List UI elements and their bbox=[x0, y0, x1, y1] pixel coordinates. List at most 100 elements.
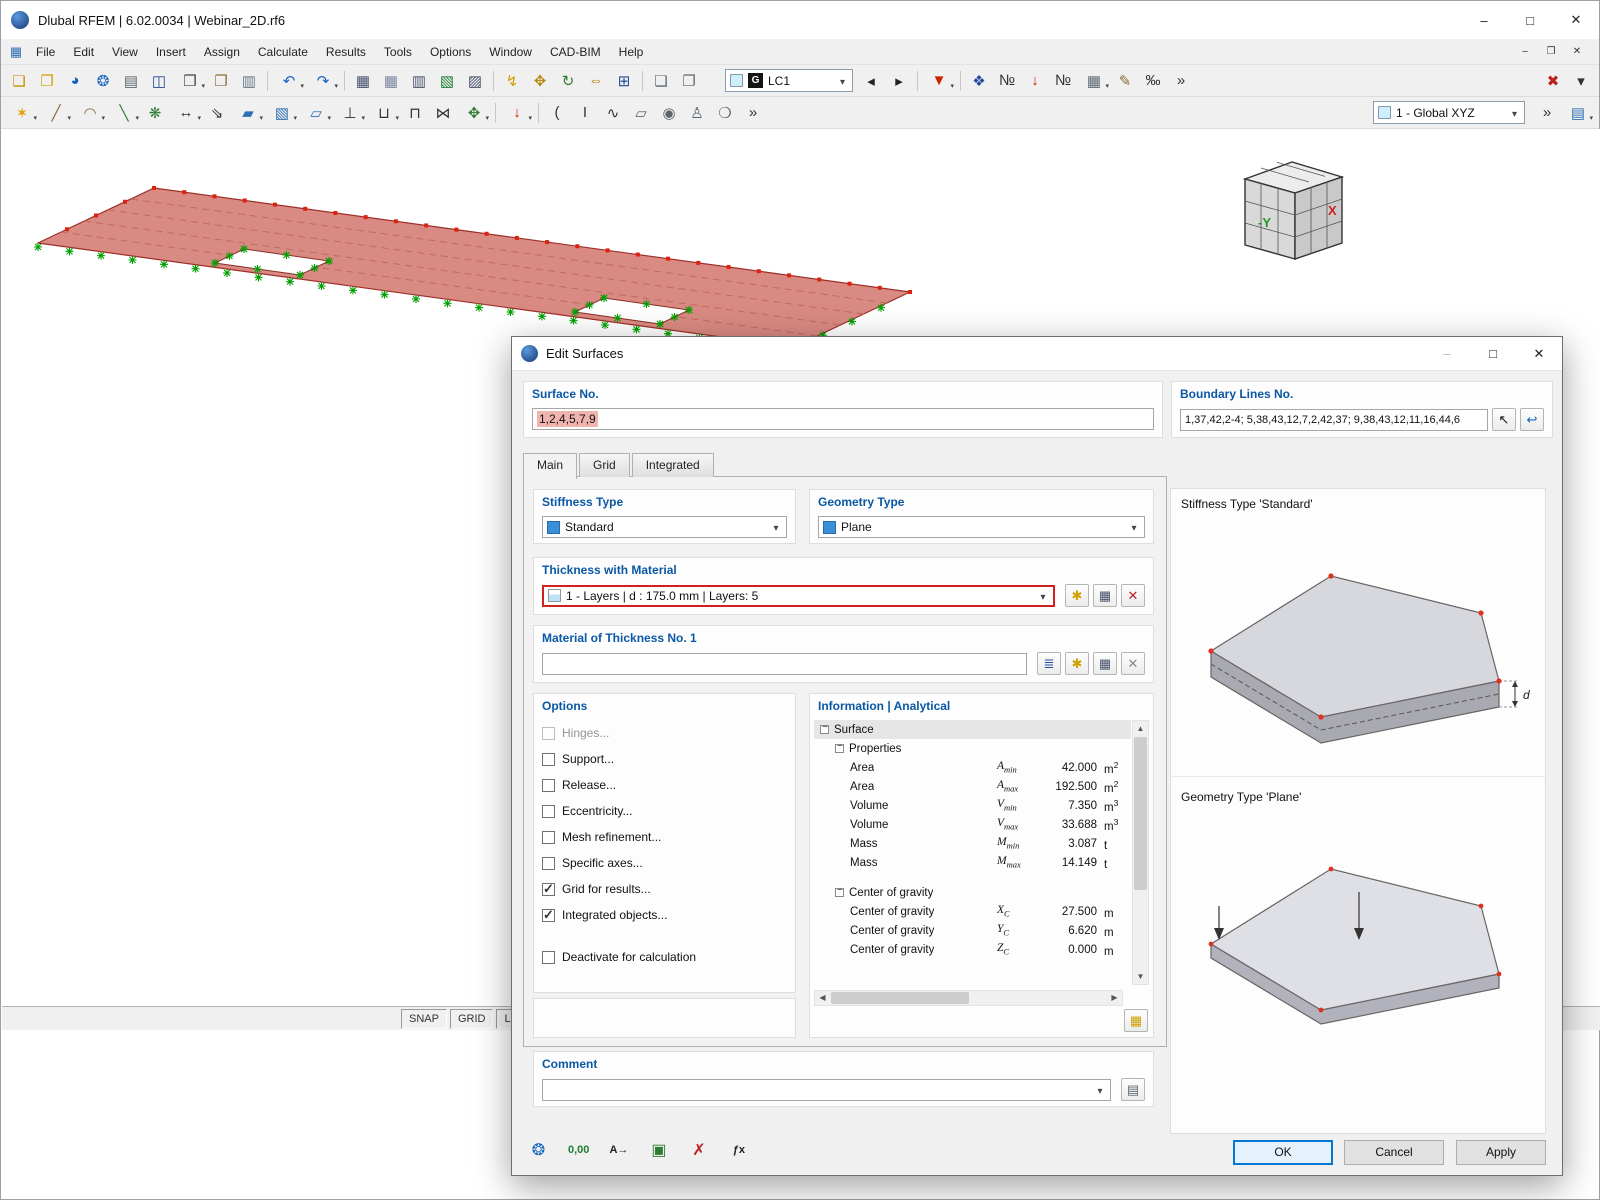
divide-icon[interactable]: ⊞ bbox=[610, 68, 638, 94]
mdi-close-icon[interactable]: ✕ bbox=[1565, 42, 1589, 62]
option-checkbox[interactable]: Hinges... bbox=[542, 720, 787, 746]
toolbar-separator[interactable] bbox=[489, 68, 498, 94]
stiffness-type-combo[interactable]: Standard bbox=[542, 516, 787, 538]
ok-button[interactable]: OK bbox=[1233, 1140, 1333, 1165]
object-numbering-icon[interactable]: № bbox=[993, 68, 1021, 94]
close-icon[interactable]: ✕ bbox=[1553, 1, 1599, 39]
chevron-down-icon[interactable] bbox=[1126, 520, 1142, 534]
option-checkbox[interactable]: Support... bbox=[542, 746, 787, 772]
mirror-icon[interactable]: ⇔ bbox=[582, 68, 610, 94]
toolbar-spacer[interactable] bbox=[1195, 68, 1539, 94]
show-values-icon[interactable]: № bbox=[1049, 68, 1077, 94]
apply-button[interactable]: Apply bbox=[1456, 1140, 1546, 1165]
toolbar-overflow-2-icon[interactable]: » bbox=[1533, 100, 1561, 126]
nav-cube-x-label[interactable]: X bbox=[1328, 203, 1337, 218]
export-tables-icon[interactable]: ▧ bbox=[433, 68, 461, 94]
scroll-up-icon[interactable] bbox=[1133, 721, 1148, 736]
menu-item[interactable]: Edit bbox=[64, 41, 103, 63]
menu-item[interactable]: File bbox=[27, 41, 64, 63]
material-input[interactable] bbox=[542, 652, 1027, 675]
line-hinge-icon[interactable]: ⊓ bbox=[401, 100, 429, 126]
camera-icon[interactable]: ◉ bbox=[655, 100, 683, 126]
new-thickness-icon[interactable]: ✱ bbox=[1065, 584, 1089, 607]
help-center-icon[interactable]: ❂ bbox=[525, 1137, 552, 1162]
new-model-icon[interactable]: ❏ bbox=[5, 68, 33, 94]
dialog-tab[interactable]: Main bbox=[523, 453, 578, 479]
units-icon[interactable]: A→ bbox=[605, 1137, 632, 1162]
document-icon[interactable]: ▦ bbox=[5, 44, 27, 60]
new-node-icon[interactable]: ✶ bbox=[5, 100, 39, 126]
chevron-down-icon[interactable] bbox=[1035, 589, 1051, 603]
new-surface-icon[interactable]: ▰ bbox=[231, 100, 265, 126]
coordinate-system-combo[interactable]: 1 - Global XYZ bbox=[1373, 101, 1525, 124]
scroll-down-icon[interactable] bbox=[1133, 969, 1148, 984]
info-row[interactable]: Center of gravity YC 6.620 m bbox=[814, 921, 1131, 940]
mdi-restore-icon[interactable]: ❐ bbox=[1539, 42, 1563, 62]
info-row[interactable]: Center of gravity ZC 0.000 m bbox=[814, 940, 1131, 959]
menu-item[interactable]: Help bbox=[610, 41, 653, 63]
surface-no-input[interactable]: 1,2,4,5,7,9 bbox=[532, 408, 1154, 430]
toolbar-separator[interactable] bbox=[263, 68, 272, 94]
load-case-combo[interactable]: G LC1 bbox=[725, 69, 853, 92]
comment-combo[interactable] bbox=[542, 1078, 1111, 1101]
rendering-icon[interactable]: ❍ bbox=[711, 100, 739, 126]
scroll-thumb[interactable] bbox=[1134, 737, 1147, 890]
dialog-maximize-icon[interactable]: □ bbox=[1470, 337, 1516, 371]
material-library-icon[interactable]: ≣ bbox=[1037, 652, 1061, 675]
menu-item[interactable]: Insert bbox=[147, 41, 195, 63]
info-row[interactable]: Area Amax 192.500 m2 bbox=[814, 777, 1131, 796]
status-toggle[interactable]: SNAP bbox=[401, 1009, 447, 1029]
tree-expander-icon[interactable] bbox=[835, 741, 844, 753]
dialog-tab[interactable]: Integrated bbox=[631, 453, 714, 477]
option-checkbox[interactable]: Mesh refinement... bbox=[542, 824, 787, 850]
toolbar-separator[interactable] bbox=[638, 68, 647, 94]
option-checkbox[interactable]: Eccentricity... bbox=[542, 798, 787, 824]
chevron-down-icon[interactable] bbox=[835, 74, 850, 88]
note-icon[interactable]: ▥ bbox=[235, 68, 263, 94]
status-toggle[interactable]: GRID bbox=[449, 1009, 494, 1029]
scroll-thumb[interactable] bbox=[831, 992, 970, 1004]
info-horizontal-scrollbar[interactable] bbox=[814, 990, 1123, 1006]
tables-icon[interactable]: ▦ bbox=[349, 68, 377, 94]
new-load-icon[interactable]: ↓ bbox=[500, 100, 534, 126]
rotate-icon[interactable]: ↻ bbox=[554, 68, 582, 94]
info-row[interactable]: Center of gravity bbox=[814, 883, 1131, 902]
delete-icon[interactable]: ✗ bbox=[685, 1137, 712, 1162]
toolbar-overflow-icon[interactable]: » bbox=[739, 100, 767, 126]
menu-item[interactable]: Results bbox=[317, 41, 375, 63]
results-grid-icon[interactable]: ▦ bbox=[1077, 68, 1111, 94]
decimals-icon[interactable]: ‰ bbox=[1139, 68, 1167, 94]
chevron-down-icon[interactable] bbox=[1092, 1083, 1108, 1097]
delete-material-icon[interactable]: ✕ bbox=[1121, 652, 1145, 675]
option-checkbox[interactable]: Integrated objects... bbox=[542, 902, 787, 928]
copy-icon[interactable]: ❐ bbox=[207, 68, 235, 94]
new-arc-icon[interactable]: ◠ bbox=[73, 100, 107, 126]
printout-tables-icon[interactable]: ▥ bbox=[405, 68, 433, 94]
formula-icon[interactable]: ƒx bbox=[725, 1137, 752, 1162]
toolbar-menu-icon[interactable]: ▾ bbox=[1567, 68, 1595, 94]
toolbar-separator[interactable] bbox=[534, 100, 543, 126]
zoom-cancel-icon[interactable]: ✖ bbox=[1539, 68, 1567, 94]
toolbar-overflow-icon[interactable]: » bbox=[1167, 68, 1195, 94]
nodal-support-icon[interactable]: ⊥ bbox=[333, 100, 367, 126]
cancel-button[interactable]: Cancel bbox=[1344, 1140, 1444, 1165]
line-support-icon[interactable]: ⊔ bbox=[367, 100, 401, 126]
generate-load-icon[interactable]: ↯ bbox=[498, 68, 526, 94]
tree-expander-icon[interactable] bbox=[835, 885, 844, 897]
nav-cube-y-label[interactable]: -Y bbox=[1258, 215, 1271, 230]
toolbar-separator[interactable] bbox=[956, 68, 965, 94]
thickness-combo[interactable]: 1 - Layers | d : 175.0 mm | Layers: 5 bbox=[542, 584, 1055, 607]
new-material-icon[interactable]: ✱ bbox=[1065, 652, 1089, 675]
boundary-lines-input[interactable]: 1,37,42,2-4; 5,38,43,12,7,2,42,37; 9,38,… bbox=[1180, 408, 1488, 431]
print-icon[interactable]: ❒ bbox=[173, 68, 207, 94]
info-row[interactable]: Properties bbox=[814, 739, 1131, 758]
mdi-minimize-icon[interactable]: ‒ bbox=[1513, 42, 1537, 62]
new-member-set-icon[interactable]: ❋ bbox=[141, 100, 169, 126]
previous-load-case-icon[interactable]: ◂ bbox=[857, 68, 885, 94]
table-settings-icon[interactable]: ▨ bbox=[461, 68, 489, 94]
result-tables-icon[interactable]: ▦ bbox=[377, 68, 405, 94]
option-checkbox[interactable]: Release... bbox=[542, 772, 787, 798]
new-member-icon[interactable]: ╲ bbox=[107, 100, 141, 126]
dialog-tab[interactable]: Grid bbox=[579, 453, 630, 477]
minimize-icon[interactable]: – bbox=[1461, 1, 1507, 39]
